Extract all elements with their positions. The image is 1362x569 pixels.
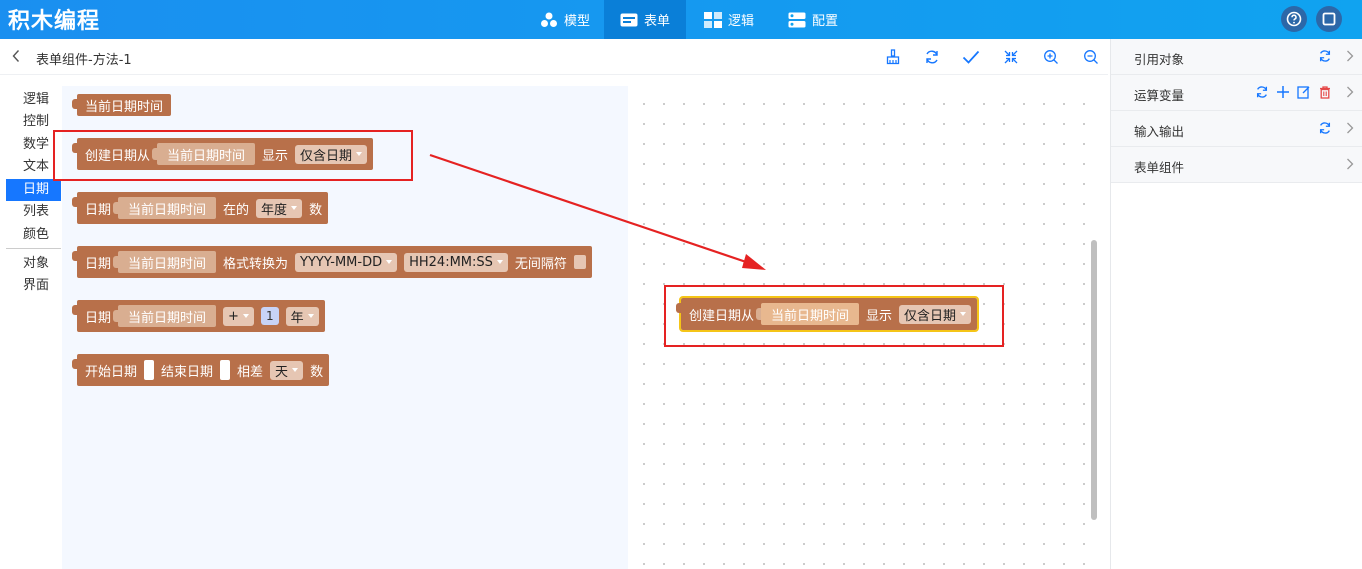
panel-row-label: 输入输出	[1134, 124, 1185, 139]
panel-row-input-output[interactable]: 输入输出	[1111, 111, 1362, 147]
right-panel: 引用对象 运算变量 输入输出 表单组件	[1110, 39, 1362, 569]
edit-icon[interactable]	[1297, 85, 1311, 99]
refresh-icon[interactable]	[1318, 121, 1332, 135]
panel-row-label: 表单组件	[1134, 160, 1185, 175]
panel-row-variables[interactable]: 运算变量	[1111, 75, 1362, 111]
chevron-right-icon[interactable]	[1343, 49, 1357, 63]
trash-icon[interactable]	[1318, 85, 1332, 99]
panel-row-reference-objects[interactable]: 引用对象	[1111, 39, 1362, 75]
chevron-right-icon[interactable]	[1343, 121, 1357, 135]
chevron-right-icon[interactable]	[1343, 85, 1357, 99]
panel-row-label: 引用对象	[1134, 52, 1185, 67]
plus-icon[interactable]	[1276, 85, 1290, 99]
refresh-icon[interactable]	[1318, 49, 1332, 63]
panel-row-label: 运算变量	[1134, 88, 1185, 103]
chevron-right-icon[interactable]	[1343, 157, 1357, 171]
refresh-icon[interactable]	[1255, 85, 1269, 99]
panel-row-form-components[interactable]: 表单组件	[1111, 147, 1362, 183]
